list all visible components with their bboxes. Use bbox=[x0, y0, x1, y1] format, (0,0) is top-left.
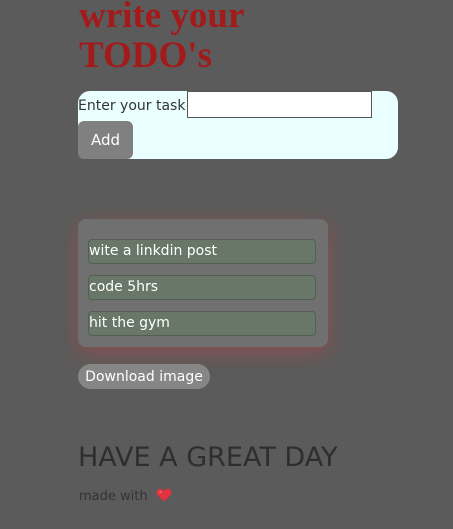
heart-icon bbox=[156, 488, 172, 506]
page-title-line2: TODO's bbox=[79, 35, 212, 76]
download-image-button[interactable]: Download image bbox=[78, 364, 210, 389]
made-with-footer: made with bbox=[79, 488, 172, 506]
todo-item[interactable]: hit the gym bbox=[88, 311, 316, 336]
page-title: write your TODO's bbox=[79, 0, 244, 76]
todo-item[interactable]: code 5hrs bbox=[88, 275, 316, 300]
task-input[interactable] bbox=[187, 91, 372, 118]
great-day-heading: HAVE A GREAT DAY bbox=[78, 442, 338, 473]
page-title-line1: write your bbox=[79, 0, 245, 36]
todo-item[interactable]: wite a linkdin post bbox=[88, 239, 316, 264]
add-button[interactable]: Add bbox=[78, 121, 133, 159]
todo-item-text: wite a linkdin post bbox=[89, 243, 218, 259]
todo-item-text: code 5hrs bbox=[89, 279, 159, 295]
task-label: Enter your task: bbox=[78, 98, 191, 114]
task-form: Enter your task: Add bbox=[78, 91, 398, 159]
todo-item-text: hit the gym bbox=[89, 315, 170, 331]
made-with-text: made with bbox=[79, 489, 148, 504]
todo-list: wite a linkdin post code 5hrs hit the gy… bbox=[78, 219, 328, 347]
